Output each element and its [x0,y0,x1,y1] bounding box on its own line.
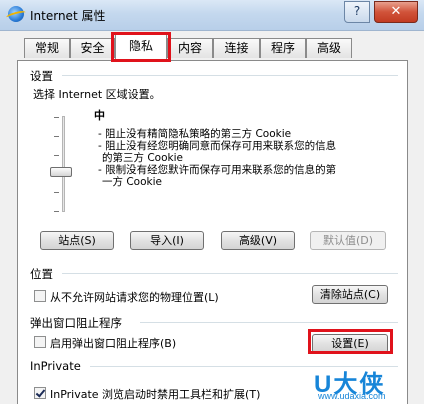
tab-general[interactable]: 常规 [24,38,70,58]
import-button[interactable]: 导入(I) [130,231,204,250]
watermark-url: www.udaxia.com [318,391,386,401]
internet-properties-window: Internet 属性 ? ✕ 常规 安全 隐私 内容 连接 程序 高级 设置 … [0,0,424,404]
tab-advanced[interactable]: 高级 [306,38,352,58]
popup-section-label: 弹出窗口阻止程序 [30,316,122,330]
window-title: Internet 属性 [30,9,106,23]
inprivate-section-label: InPrivate [30,359,81,373]
popup-settings-highlight [308,329,393,354]
slider-tick [54,117,59,118]
privacy-level-slider-track[interactable] [62,116,65,212]
location-checkbox[interactable] [34,290,46,302]
advanced-button[interactable]: 高级(V) [221,231,295,250]
default-button[interactable]: 默认值(D) [310,231,386,250]
tab-bar: 常规 安全 隐私 内容 连接 程序 高级 [0,30,424,60]
tab-connections[interactable]: 连接 [213,38,260,58]
location-section-label: 位置 [30,267,53,281]
level-description-line: - 限制没有经您默许而保存可用来联系您的信息的第 [98,164,337,176]
level-description-line: - 阻止没有经您明确同意而保存可用来联系您的信息 [98,140,337,152]
close-button[interactable]: ✕ [374,1,418,23]
ie-globe-icon [8,6,24,22]
inprivate-checkbox[interactable] [34,387,46,399]
slider-tick [54,211,59,212]
tab-programs[interactable]: 程序 [260,38,306,58]
popup-blocker-checkbox-label: 启用弹出窗口阻止程序(B) [50,337,177,350]
popup-blocker-checkbox[interactable] [34,336,46,348]
slider-tick [54,192,59,193]
location-separator [62,273,398,274]
privacy-level-label: 中 [94,109,105,122]
level-description-line: - 阻止没有精简隐私策略的第三方 Cookie [98,128,292,140]
slider-tick [54,155,59,156]
level-description-line: 的第三方 Cookie [102,152,183,164]
title-bar: Internet 属性 ? ✕ [0,0,424,31]
privacy-tab-highlight [111,32,171,62]
zone-intro-text: 选择 Internet 区域设置。 [33,88,161,101]
popup-separator [140,322,398,323]
sites-button[interactable]: 站点(S) [40,231,114,250]
tab-security[interactable]: 安全 [70,38,115,58]
level-description-line: 一方 Cookie [102,176,162,188]
inprivate-checkbox-label: InPrivate 浏览启动时禁用工具栏和扩展(T) [50,388,261,401]
tab-content[interactable]: 内容 [167,38,213,58]
privacy-level-slider-thumb[interactable] [50,167,72,177]
settings-section-label: 设置 [30,69,53,83]
udaxia-watermark: U大侠 www.udaxia.com [308,364,424,404]
help-button[interactable]: ? [344,1,370,23]
location-checkbox-label: 从不允许网站请求您的物理位置(L) [50,291,219,304]
settings-separator [62,75,398,76]
slider-tick [54,136,59,137]
clear-sites-button[interactable]: 清除站点(C) [312,285,388,304]
